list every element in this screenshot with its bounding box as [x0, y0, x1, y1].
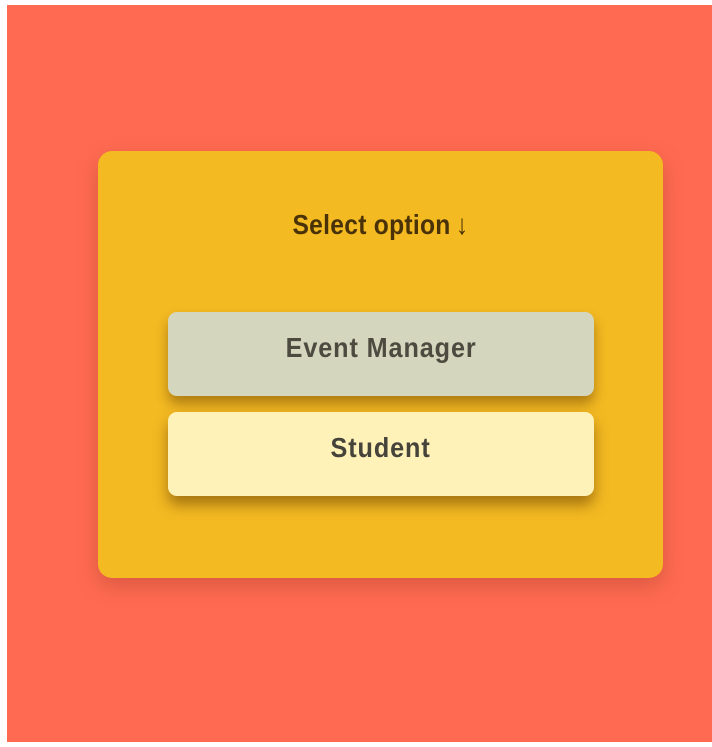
- event-manager-button[interactable]: Event Manager: [168, 312, 594, 396]
- student-button[interactable]: Student: [168, 412, 594, 496]
- event-manager-label: Event Manager: [285, 332, 477, 363]
- page-background: Select option ↓ Event Manager Student: [7, 5, 712, 742]
- down-arrow-icon: ↓: [455, 209, 469, 240]
- card-title: Select option ↓: [132, 209, 629, 241]
- student-label: Student: [330, 432, 432, 463]
- option-card: Select option ↓ Event Manager Student: [98, 151, 663, 578]
- card-title-text: Select option: [292, 209, 451, 240]
